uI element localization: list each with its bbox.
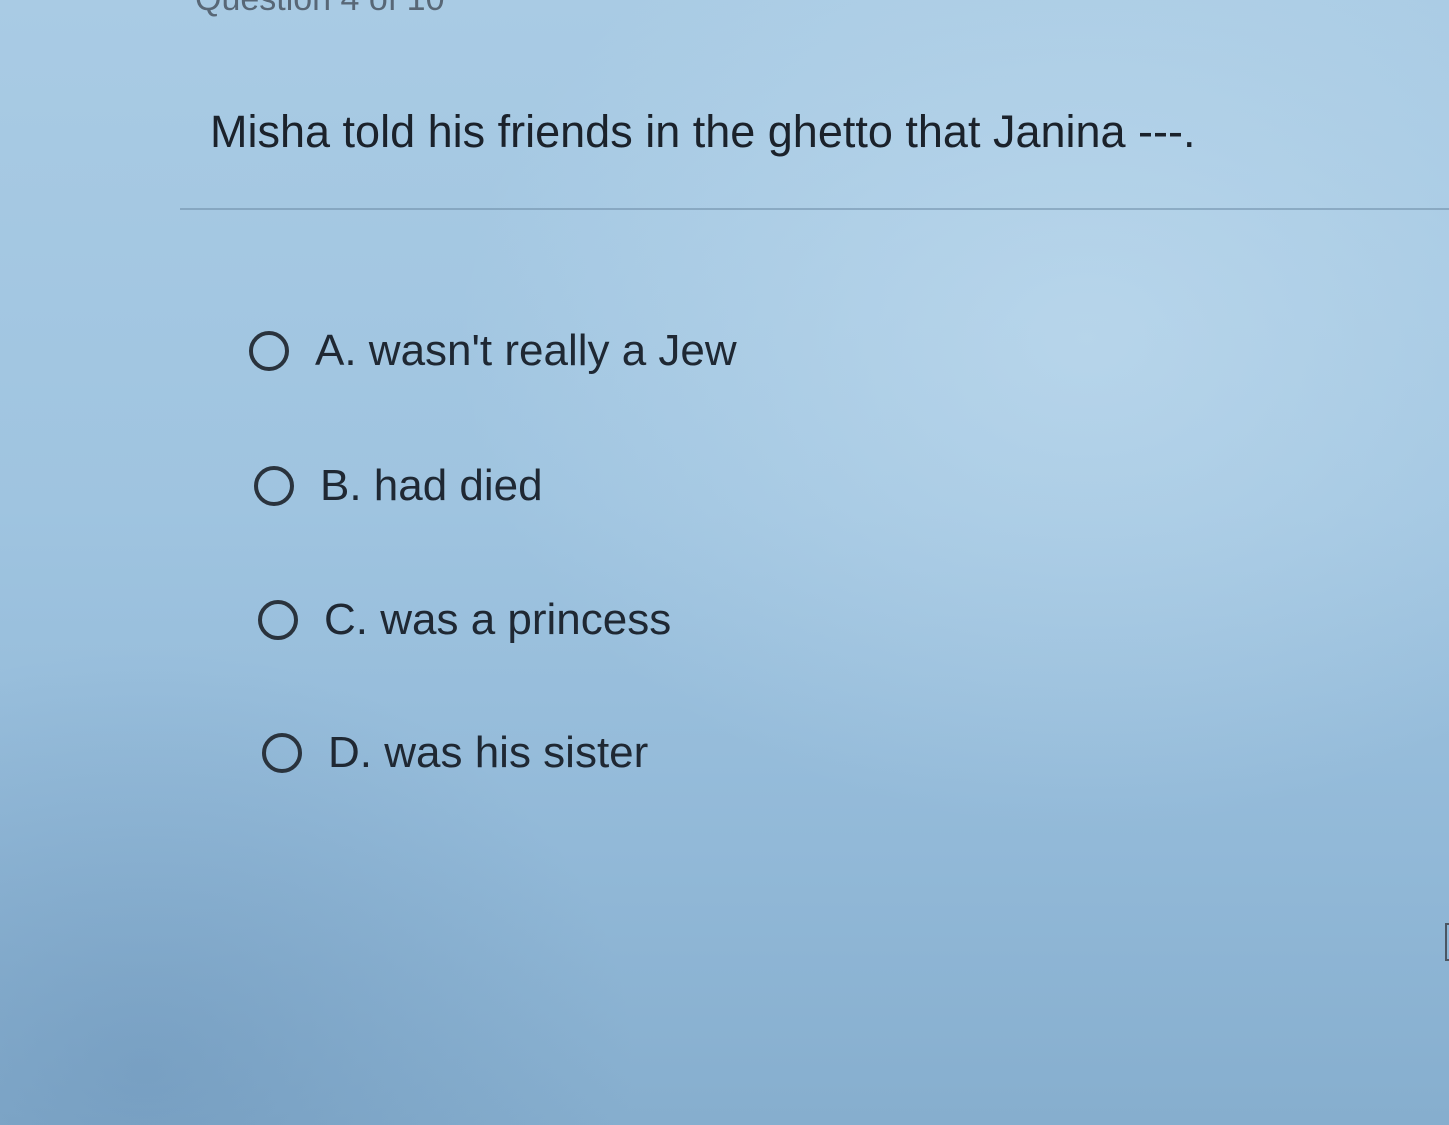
option-b[interactable]: B. had died: [254, 461, 543, 511]
divider: [180, 208, 1449, 210]
question-text: Misha told his friends in the ghetto tha…: [210, 106, 1196, 157]
radio-button-icon[interactable]: [249, 331, 289, 371]
radio-button-icon[interactable]: [262, 733, 302, 773]
option-a-label: A. wasn't really a Jew: [315, 326, 737, 375]
option-a[interactable]: A. wasn't really a Jew: [249, 326, 737, 376]
option-c-label: C. was a princess: [324, 595, 672, 644]
option-d-label: D. was his sister: [328, 728, 649, 777]
radio-button-icon[interactable]: [254, 466, 294, 506]
radio-button-icon[interactable]: [258, 600, 298, 640]
option-d[interactable]: D. was his sister: [262, 728, 648, 778]
option-b-label: B. had died: [320, 461, 543, 510]
question-counter: Question 4 of 10: [195, 0, 445, 19]
edge-bracket: [1445, 923, 1449, 961]
option-c[interactable]: C. was a princess: [258, 595, 671, 645]
